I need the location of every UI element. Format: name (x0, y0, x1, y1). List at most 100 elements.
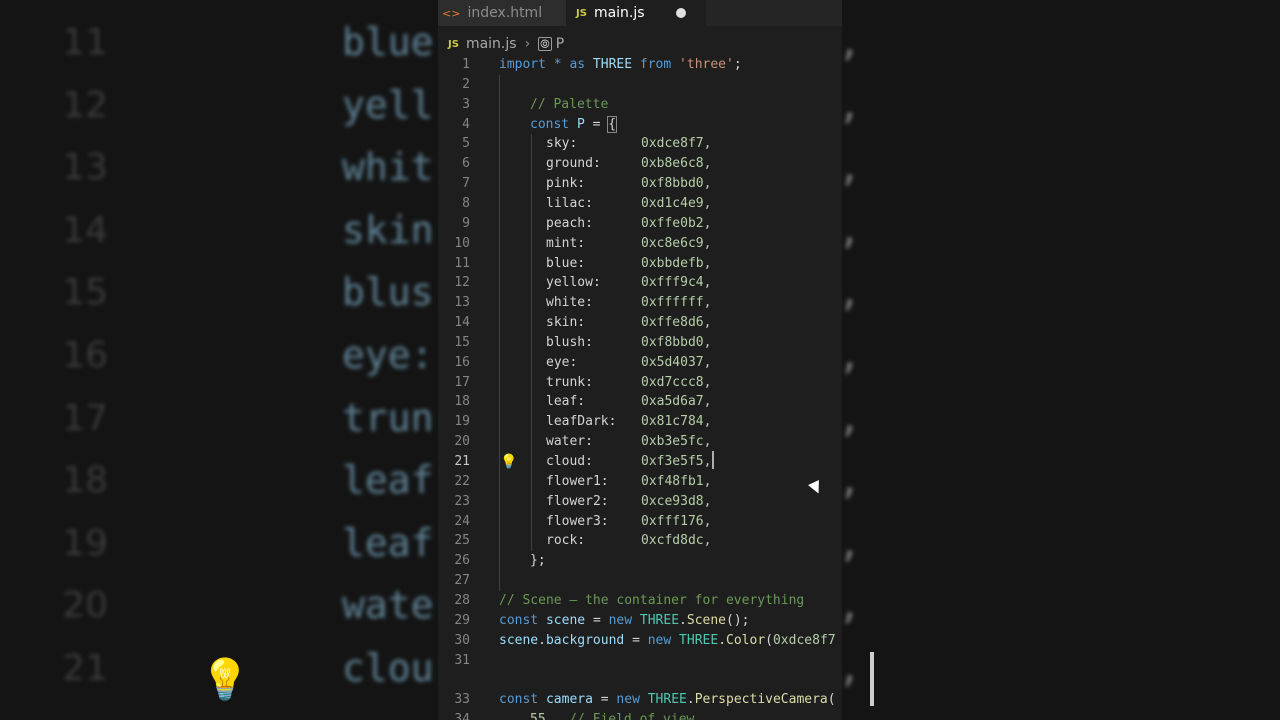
code-token: . (718, 632, 727, 648)
code-token: white: (546, 295, 593, 311)
code-token: THREE (671, 632, 719, 648)
code-token: 0xf8bbd0, (641, 176, 712, 192)
line-content: white: 0xffffff, (546, 293, 711, 313)
background-line-number: 18 (62, 460, 108, 502)
code-token: 0xffe0b2, (641, 215, 712, 231)
code-token: 0xc8e6c9, (641, 235, 712, 251)
code-token: camera (538, 692, 601, 708)
line-content: flower3: 0xfff176, (546, 512, 711, 532)
background-code-text: wate (342, 583, 434, 628)
background-line-number: 20 (62, 585, 108, 627)
line-content: leafDark: 0x81c784, (546, 412, 711, 432)
code-token: ( (765, 632, 773, 648)
line-content: water: 0xb3e5fc, (546, 432, 711, 452)
code-token: flower1: (546, 473, 609, 489)
code-token: // Palette (530, 96, 609, 112)
code-token: 0xcfd8dc, (641, 533, 712, 549)
code-token: flower3: (546, 513, 609, 529)
background-code-text: eye: (342, 333, 434, 377)
code-token: 0xdce8f7, (641, 136, 712, 152)
html-file-icon: <> (442, 6, 461, 20)
breadcrumb-file[interactable]: main.js (466, 36, 517, 52)
code-token: 0xffffff, (641, 295, 712, 311)
code-token: 0xdce8f7 (772, 632, 836, 648)
line-number: 22 (454, 473, 470, 489)
code-token: const (499, 692, 539, 708)
background-line-number: 15 (62, 272, 108, 314)
line-content: const camera = new THREE.PerspectiveCame… (499, 690, 836, 710)
line-number: 33 (454, 692, 470, 708)
code-token: 0xa5d6a7, (641, 394, 712, 410)
line-number: 10 (454, 235, 470, 251)
code-token: . (538, 632, 546, 648)
code-token: 0xf48fb1, (641, 473, 712, 489)
code-token: // Field of view (569, 712, 695, 720)
line-content: blush: 0xf8bbd0, (546, 333, 711, 353)
tab-index-html[interactable]: <> index.html (438, 0, 570, 26)
code-line[interactable]: 1 import * as THREE from 'three'; (438, 55, 842, 75)
code-token: THREE (585, 57, 640, 72)
background-code-text: clou (342, 646, 434, 690)
line-content: // Scene – the container for everything (499, 591, 804, 611)
background-line-number: 21 (62, 648, 108, 689)
line-number: 21 (454, 454, 470, 469)
code-token: 0xb3e5fc, (641, 434, 712, 450)
line-number: 11 (454, 255, 470, 271)
unsaved-changes-dot-icon[interactable] (676, 8, 686, 18)
code-line[interactable]: 30 scene.background = new THREE.Color(0xd… (438, 631, 842, 651)
code-line[interactable]: 34 55, // Field of view (438, 710, 842, 720)
line-number: 27 (454, 573, 470, 589)
code-line[interactable]: 28 // Scene – the container for everythin… (438, 591, 842, 611)
code-token: P (569, 116, 593, 132)
code-line[interactable]: 29 const scene = new THREE.Scene(); (438, 611, 842, 631)
line-number: 13 (454, 295, 470, 311)
code-token: * (545, 57, 570, 72)
line-content: 55, // Field of view (530, 710, 694, 720)
line-number: 8 (462, 195, 470, 211)
code-token: 0xf8bbd0, (641, 334, 712, 350)
code-token: mint: (546, 235, 586, 251)
background-code-text: blue (342, 20, 434, 64)
line-number: 17 (454, 374, 470, 390)
code-token: THREE (639, 692, 687, 708)
code-token: cloud: (546, 454, 593, 469)
lightbulb-icon[interactable]: 💡 (500, 454, 517, 470)
code-token: Scene (686, 612, 727, 628)
code-token: peach: (546, 215, 593, 231)
background-line-number: 17 (62, 397, 108, 439)
code-token: = (600, 692, 617, 708)
line-content: pink: 0xf8bbd0, (546, 174, 711, 194)
line-number: 15 (454, 334, 470, 350)
background-code-text: whit (342, 145, 434, 190)
line-number: 25 (454, 533, 470, 549)
line-number: 18 (454, 394, 470, 410)
line-number: 6 (462, 156, 470, 172)
code-token: import (499, 57, 546, 72)
background-line-number: 11 (62, 22, 108, 63)
code-token: 0x81c784, (641, 414, 712, 430)
code-token: eye: (546, 354, 578, 370)
tab-main-js[interactable]: JS main.js (566, 0, 706, 26)
code-token: const (499, 612, 539, 628)
breadcrumb-symbol[interactable]: P (556, 36, 564, 52)
line-number: 16 (454, 354, 470, 370)
line-number: 7 (462, 176, 470, 192)
indent-guide (531, 134, 532, 552)
code-token: ground: (546, 156, 601, 172)
line-content: const P = { (530, 115, 618, 135)
line-content: blue: 0xbbdefb, (546, 254, 711, 274)
code-token: skin: (546, 315, 586, 331)
code-token: as (569, 57, 586, 72)
line-number: 3 (462, 96, 470, 112)
code-line[interactable]: 33 const camera = new THREE.PerspectiveCa… (438, 690, 842, 710)
code-line[interactable]: 31 (438, 651, 842, 671)
line-number: 34 (454, 712, 470, 720)
code-token: 0xbbdefb, (641, 255, 712, 271)
background-line-number: 12 (62, 84, 108, 126)
code-token: sky: (546, 136, 578, 152)
code-token: water: (546, 434, 593, 450)
code-token: , (545, 712, 570, 720)
line-number: 26 (454, 553, 470, 569)
line-content: leaf: 0xa5d6a7, (546, 392, 711, 412)
line-content: // Palette (530, 95, 608, 115)
